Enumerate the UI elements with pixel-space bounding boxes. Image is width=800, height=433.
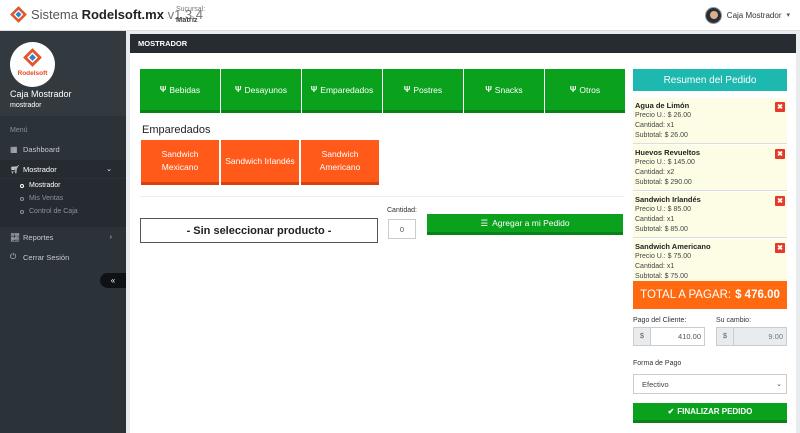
main-content: MOSTRADOR Ψ Bebidas Ψ Desayunos Ψ Emparedad…: [126, 31, 800, 433]
selected-product-display: - Sin seleccionar producto -: [140, 218, 378, 243]
utensils-icon: Ψ: [310, 85, 318, 94]
double-chevron-left-icon: «: [110, 276, 116, 285]
add-to-order-button[interactable]: ☰ Agregar a mi Pedido: [427, 214, 623, 235]
section-title: Emparedados: [142, 124, 211, 136]
quantity-input[interactable]: 0: [388, 219, 416, 239]
total-to-pay: TOTAL A PAGAR: $ 476.00: [633, 281, 787, 309]
mostrador-panel: MOSTRADOR Ψ Bebidas Ψ Desayunos Ψ Emparedad…: [130, 34, 796, 433]
brand-logo-text: Rodelsoft: [17, 70, 48, 77]
total-value: $ 476.00: [735, 289, 780, 301]
sidebar-item-reportes[interactable]: 📈︎ Reportes ›: [0, 228, 126, 246]
remove-item-button[interactable]: ✖: [775, 196, 785, 206]
category-button-bebidas[interactable]: Ψ Bebidas: [140, 69, 220, 113]
user-menu[interactable]: Caja Mostrador ▾: [704, 5, 790, 25]
remove-item-button[interactable]: ✖: [775, 149, 785, 159]
circle-icon: [20, 196, 24, 201]
sidebar: Rodelsoft Caja Mostrador mostrador Menú …: [0, 31, 126, 433]
category-button-snacks[interactable]: Ψ Snacks: [464, 69, 544, 113]
submenu-mostrador: Mostrador Mis Ventas Control de Caja: [0, 179, 126, 227]
submenu-item-control-caja[interactable]: Control de Caja: [0, 205, 126, 218]
sidebar-item-logout[interactable]: ⏻ Cerrar Sesión: [0, 248, 126, 266]
rodelsoft-logo-icon: [10, 6, 27, 23]
order-summary-title: Resumen del Pedido: [633, 69, 787, 91]
cart-icon: 🛒︎: [10, 164, 21, 174]
branch-info: Sucursal: Matriz: [176, 6, 206, 24]
chevron-right-icon: ›: [109, 233, 112, 241]
order-list: Agua de Limón Precio U.: $ 26.00 Cantida…: [633, 98, 787, 286]
utensils-icon: Ψ: [234, 85, 242, 94]
category-button-postres[interactable]: Ψ Postres: [383, 69, 463, 113]
submenu-item-mostrador[interactable]: Mostrador: [0, 179, 126, 192]
change-label: Su cambio:: [716, 317, 752, 324]
sidebar-item-dashboard[interactable]: ▦ Dashboard: [0, 140, 126, 158]
profile-name: Caja Mostrador: [10, 89, 72, 99]
finalize-order-button[interactable]: ✔ FINALIZAR PEDIDO: [633, 403, 787, 423]
product-button-sandwich-irlandes[interactable]: Sandwich Irlandés: [221, 140, 299, 185]
circle-icon: [20, 183, 24, 188]
remove-item-button[interactable]: ✖: [775, 243, 785, 253]
payment-label: Pago del Cliente:: [633, 317, 687, 324]
list-item: Sandwich Irlandés Precio U.: $ 85.00 Can…: [633, 192, 787, 238]
brand-logo: Rodelsoft: [10, 42, 55, 87]
user-name: Caja Mostrador: [726, 10, 782, 20]
category-button-otros[interactable]: Ψ Otros: [545, 69, 625, 113]
utensils-icon: Ψ: [485, 85, 492, 94]
utensils-icon: Ψ: [403, 85, 411, 94]
list-item: Agua de Limón Precio U.: $ 26.00 Cantida…: [633, 98, 787, 144]
circle-icon: [20, 209, 24, 214]
payment-method-label: Forma de Pago: [633, 360, 682, 367]
chart-icon: 📈︎: [10, 232, 21, 242]
check-icon: ✔: [667, 407, 675, 416]
category-button-desayunos[interactable]: Ψ Desayunos: [221, 69, 301, 113]
chevron-down-icon: ▾: [786, 12, 790, 19]
payment-method-select[interactable]: Efectivo ⌄: [633, 374, 787, 394]
rodelsoft-logo-icon: [23, 48, 42, 67]
quantity-label: Cantidad:: [387, 207, 417, 214]
list-icon: ☰: [480, 217, 489, 228]
panel-title: MOSTRADOR: [130, 34, 796, 53]
sidebar-item-mostrador[interactable]: 🛒︎ Mostrador ⌄: [0, 160, 126, 178]
profile-role: mostrador: [10, 102, 42, 109]
utensils-icon: Ψ: [159, 85, 167, 94]
power-icon: ⏻: [10, 252, 17, 261]
divider: [140, 196, 624, 197]
change-field: $ 9.00: [716, 327, 787, 346]
list-item: Huevos Revueltos Precio U.: $ 145.00 Can…: [633, 145, 787, 191]
category-buttons: Ψ Bebidas Ψ Desayunos Ψ Emparedados Ψ Postre…: [140, 69, 625, 113]
chevron-down-icon: ⌄: [106, 166, 112, 173]
chevron-down-icon: ⌄: [776, 381, 782, 388]
remove-item-button[interactable]: ✖: [775, 102, 785, 112]
category-button-emparedados[interactable]: Ψ Emparedados: [302, 69, 382, 113]
product-buttons: Sandwich Mexicano Sandwich Irlandés Sand…: [141, 140, 379, 185]
dashboard-icon: ▦: [10, 144, 18, 154]
menu-label: Menú: [10, 127, 28, 134]
profile-card: Rodelsoft Caja Mostrador mostrador: [0, 31, 126, 116]
utensils-icon: Ψ: [569, 85, 577, 94]
submenu-item-mis-ventas[interactable]: Mis Ventas: [0, 192, 126, 205]
list-item: Sandwich Americano Precio U.: $ 75.00 Ca…: [633, 239, 787, 285]
top-bar: Sistema Rodelsoft.mx v1.3.4 Sucursal: Ma…: [0, 0, 800, 31]
product-button-sandwich-mexicano[interactable]: Sandwich Mexicano: [141, 140, 219, 185]
avatar: [704, 6, 722, 24]
sidebar-collapse-button[interactable]: «: [100, 273, 126, 288]
product-button-sandwich-americano[interactable]: Sandwich Americano: [301, 140, 379, 185]
order-summary: Resumen del Pedido Agua de Limón Precio …: [633, 69, 787, 423]
payment-input[interactable]: $ 410.00: [633, 327, 705, 346]
